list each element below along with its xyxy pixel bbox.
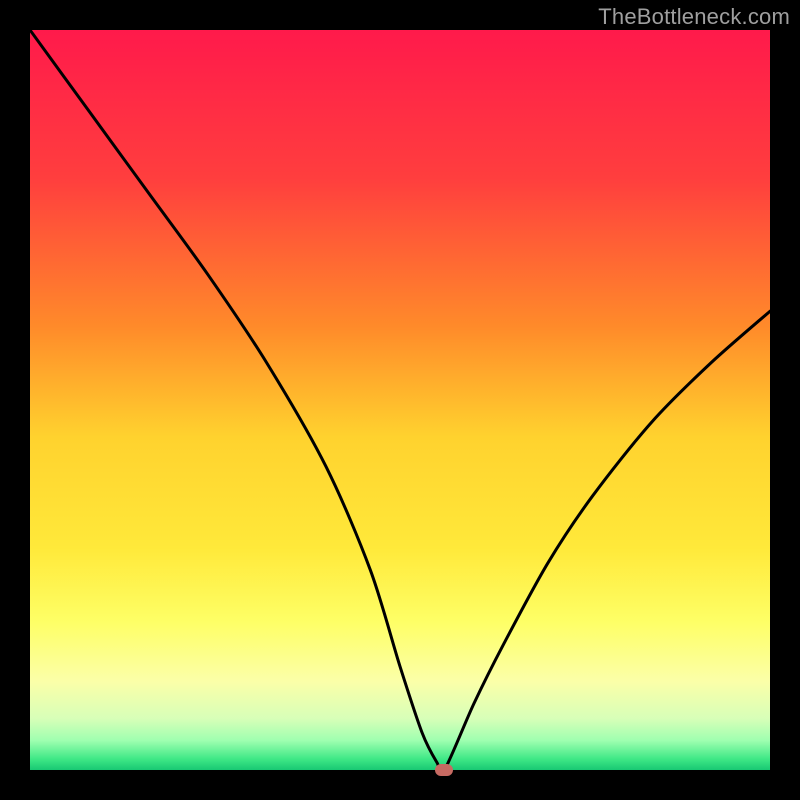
watermark-text: TheBottleneck.com (598, 4, 790, 30)
minimum-marker (435, 764, 453, 776)
chart-frame: TheBottleneck.com (0, 0, 800, 800)
bottleneck-curve (30, 30, 770, 770)
plot-area (30, 30, 770, 770)
curve-layer (30, 30, 770, 770)
